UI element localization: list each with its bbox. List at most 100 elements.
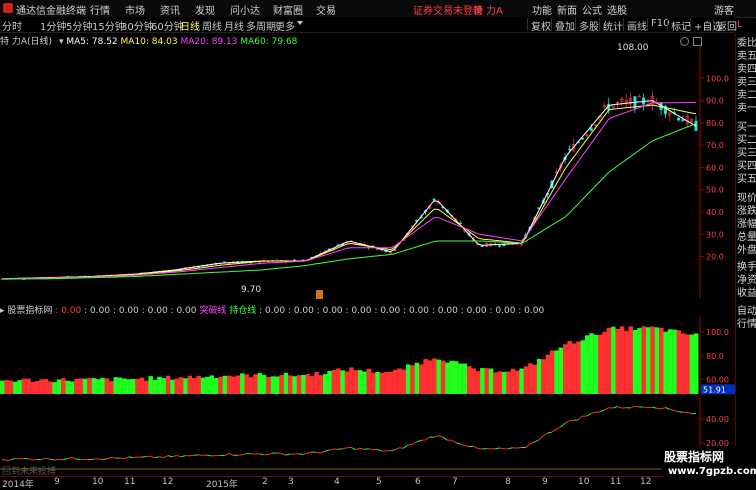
- circle-icon[interactable]: [680, 37, 689, 46]
- panel-quote-button[interactable]: 行情: [737, 318, 756, 331]
- price-tick-label: 60.0: [706, 163, 724, 172]
- period-5min[interactable]: 5分钟: [66, 18, 92, 33]
- indicator-value-4: : 0.00: [142, 306, 168, 316]
- period-monthly[interactable]: 月线: [224, 18, 244, 33]
- signal-bar: [602, 332, 607, 394]
- maximize-icon[interactable]: [693, 37, 702, 46]
- menu-gongneng[interactable]: 功能: [532, 2, 552, 17]
- menu-faxian[interactable]: 发现: [195, 2, 215, 17]
- secondary-indicator-chart[interactable]: 40.0020.00: [0, 397, 735, 473]
- signal-bar: [87, 378, 92, 394]
- signal-bar: [319, 375, 324, 394]
- indicator-segment: [657, 408, 661, 409]
- event-marker-icon[interactable]: [316, 290, 323, 299]
- macd-tick-label: 40.00: [706, 415, 729, 424]
- signal-bar: [131, 379, 136, 394]
- menu-caifuquan[interactable]: 财富圈: [273, 2, 303, 17]
- chevron-down-icon[interactable]: [297, 21, 303, 25]
- menu-xuangu[interactable]: 选股: [607, 2, 627, 17]
- date-label: 10: [578, 477, 589, 487]
- signal-bar: [690, 335, 695, 394]
- series-line-ma60: [2, 124, 696, 279]
- menu-gongshi[interactable]: 公式: [582, 2, 602, 17]
- signal-bar: [546, 355, 551, 394]
- price-tick-label: 90.0: [706, 97, 724, 106]
- signal-bar: [663, 332, 668, 394]
- indicator-segment: [63, 459, 67, 460]
- period-60min[interactable]: 60分钟: [151, 18, 184, 33]
- signal-bar: [415, 363, 420, 394]
- indicator-bar-chart[interactable]: 100.080.060.0051.91: [0, 316, 735, 396]
- fuquan-button[interactable]: 复权: [527, 18, 554, 31]
- signal-bar: [423, 359, 428, 394]
- indicator-segment: [613, 406, 617, 408]
- menu-jiaoyi[interactable]: 交易: [316, 2, 336, 17]
- price-tick-label: 40.0: [706, 208, 724, 217]
- signal-bar: [432, 359, 437, 394]
- signal-bar: [118, 378, 123, 394]
- candle-body: [568, 149, 570, 150]
- low-price-label: 9.70: [241, 285, 261, 295]
- menu-wenxiaoda[interactable]: 问小达: [230, 2, 260, 17]
- period-30min[interactable]: 30分钟: [121, 18, 154, 33]
- menu-shichang[interactable]: 市场: [125, 2, 145, 17]
- signal-bar: [563, 344, 568, 394]
- indicator-segment: [578, 416, 582, 419]
- indicator-header: ▸ 股票指标网 : 0.00 : 0.00 : 0.00 : 0.00 : 0.…: [0, 303, 544, 315]
- menu-hangqing[interactable]: 行情: [90, 2, 110, 17]
- signal-bar: [463, 364, 468, 394]
- period-more[interactable]: 更多: [275, 18, 295, 33]
- date-label: 2014年: [2, 477, 34, 490]
- signal-bar: [4, 380, 9, 394]
- signal-bar: [166, 376, 171, 394]
- signal-bar: [288, 375, 293, 394]
- diejia-button[interactable]: 叠加: [551, 18, 578, 31]
- menu-zixun[interactable]: 资讯: [160, 2, 180, 17]
- signal-bar: [301, 375, 306, 394]
- period-15min[interactable]: 15分钟: [92, 18, 125, 33]
- indicator-segment: [661, 407, 665, 409]
- huaxian-button[interactable]: 画线: [623, 18, 650, 31]
- indicator-segment: [452, 440, 456, 443]
- indicator-segment: [150, 456, 154, 458]
- guest-label[interactable]: 游客: [714, 2, 734, 17]
- menu-xinmian[interactable]: 新面: [557, 2, 577, 17]
- signal-bar: [327, 371, 332, 394]
- period-weekly[interactable]: 周线: [202, 18, 222, 33]
- period-1min[interactable]: 1分钟: [40, 18, 66, 33]
- indicator-segment: [98, 459, 102, 460]
- signal-bar: [284, 373, 289, 394]
- signal-bar: [240, 373, 245, 394]
- back-button[interactable]: 返回: [713, 18, 740, 31]
- signal-bar: [681, 333, 686, 394]
- signal-bar: [271, 376, 276, 394]
- date-label: 2015年: [206, 477, 238, 490]
- period-fenshi[interactable]: 分时: [2, 18, 22, 33]
- indicator-segment: [33, 459, 37, 460]
- signal-bar: [109, 381, 114, 394]
- period-multi[interactable]: 多周期: [246, 18, 276, 33]
- signal-bar: [402, 370, 407, 394]
- duogu-button[interactable]: 多股: [575, 18, 602, 31]
- indicator-segment: [329, 449, 333, 450]
- signal-bar: [275, 376, 280, 394]
- indicator-segment: [404, 445, 408, 448]
- signal-bar: [323, 374, 328, 394]
- signal-bar: [201, 378, 206, 394]
- signal-bar: [642, 326, 647, 394]
- period-daily[interactable]: 日线: [180, 18, 200, 33]
- signal-bar: [52, 382, 57, 394]
- indicator-dropdown-icon[interactable]: ▸: [0, 306, 5, 316]
- main-price-chart[interactable]: 100.090.080.070.060.050.040.030.020.0: [0, 46, 735, 298]
- signal-bar: [519, 369, 524, 394]
- series-line-ma10: [2, 105, 696, 279]
- panel-auto-button[interactable]: 自动: [737, 305, 756, 318]
- signal-bar: [668, 329, 673, 394]
- price-tick-label: 80.0: [706, 119, 724, 128]
- signal-bar: [70, 381, 75, 394]
- indicator-segment: [425, 437, 429, 440]
- tongji-button[interactable]: 统计: [599, 18, 626, 31]
- signal-bar: [13, 382, 18, 394]
- signal-bar: [336, 368, 341, 394]
- candle-body: [677, 118, 679, 120]
